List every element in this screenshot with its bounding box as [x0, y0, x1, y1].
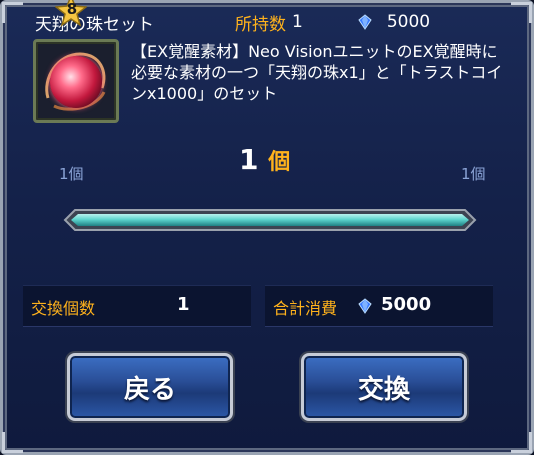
- exchange-dialog: 天翔の珠セット 所持数 1 5000 8 【EX覚醒素材】Neo Visionユ…: [0, 0, 534, 455]
- total-cost-value: 5000: [381, 294, 432, 315]
- quantity-slider-fill: [71, 214, 469, 226]
- item-icon-frame: [33, 39, 119, 123]
- exchange-count-label: 交換個数: [31, 299, 96, 318]
- red-orb-icon: [50, 56, 102, 108]
- total-cost-label: 合計消費: [273, 299, 338, 318]
- quantity-max-label: 1個: [461, 165, 486, 183]
- blue-gem-icon: [358, 14, 372, 30]
- frame-corner: [511, 432, 532, 453]
- quantity-slider[interactable]: [63, 206, 477, 234]
- quantity-unit: 個: [268, 150, 291, 175]
- exchange-button[interactable]: 交換: [301, 353, 467, 421]
- quantity-row: 1個 1 個 1個: [3, 143, 531, 183]
- total-cost-panel: 合計消費 5000: [265, 285, 493, 327]
- owned-label: 所持数: [235, 14, 286, 35]
- blue-gem-icon: [358, 298, 372, 314]
- owned-value: 1: [292, 12, 303, 32]
- quantity-min-label: 1個: [59, 165, 84, 183]
- frame-corner: [2, 432, 23, 453]
- exchange-count-value: 1: [177, 294, 190, 315]
- quantity-current-value: 1: [239, 143, 259, 176]
- gem-balance: 5000: [386, 12, 431, 32]
- quantity-current: 1 個: [239, 143, 290, 176]
- star-level: 8: [66, 0, 78, 18]
- exchange-count-panel: 交換個数 1: [23, 285, 251, 327]
- back-button[interactable]: 戻る: [67, 353, 233, 421]
- item-description: 【EX覚醒素材】Neo VisionユニットのEX覚醒時に必要な素材の一つ「天翔…: [131, 42, 503, 103]
